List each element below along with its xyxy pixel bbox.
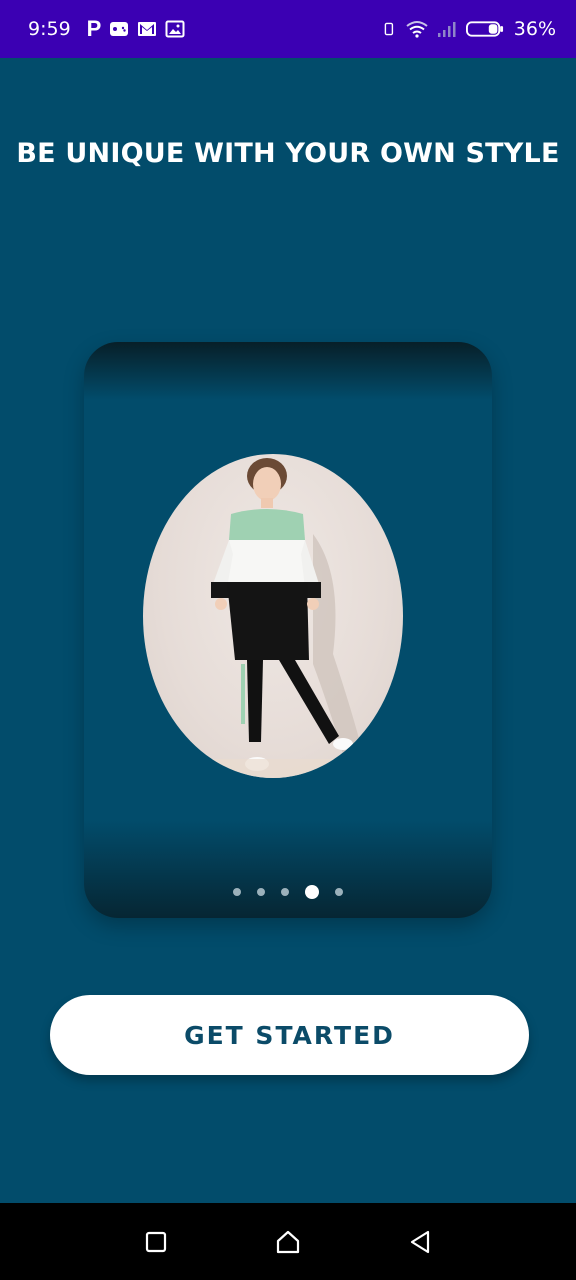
status-left: 9:59 P (28, 16, 185, 42)
carousel-page-indicator (84, 885, 492, 899)
back-button[interactable] (400, 1222, 440, 1262)
onboarding-headline: BE UNIQUE WITH YOUR OWN STYLE (16, 138, 560, 169)
page-dot[interactable] (233, 888, 241, 896)
onboarding-carousel-card[interactable] (84, 342, 492, 918)
recent-apps-icon (145, 1231, 167, 1252)
page-dot[interactable] (257, 888, 265, 896)
back-icon (410, 1230, 430, 1253)
gmail-icon (138, 22, 157, 36)
app-letter-icon: P (86, 16, 102, 41)
battery-percent: 36% (513, 18, 556, 40)
status-time: 9:59 (28, 18, 71, 40)
model-photo (143, 454, 403, 778)
system-navigation-bar (0, 1203, 576, 1280)
phone-icon (384, 22, 393, 36)
get-started-button[interactable]: GET STARTED (50, 995, 529, 1075)
page-dot-active[interactable] (305, 885, 319, 899)
gallery-icon (165, 20, 185, 38)
girl-illustration (143, 458, 403, 778)
status-bar: 9:59 P 36% (0, 0, 576, 58)
page-dot[interactable] (281, 888, 289, 896)
home-button[interactable] (268, 1222, 308, 1262)
signal-icon (437, 22, 456, 37)
wifi-icon (406, 21, 428, 38)
home-icon (276, 1230, 300, 1253)
battery-icon (465, 21, 503, 37)
status-right: 36% (384, 18, 556, 40)
recent-apps-button[interactable] (136, 1222, 176, 1262)
page-dot[interactable] (335, 888, 343, 896)
game-controller-icon (110, 22, 129, 36)
